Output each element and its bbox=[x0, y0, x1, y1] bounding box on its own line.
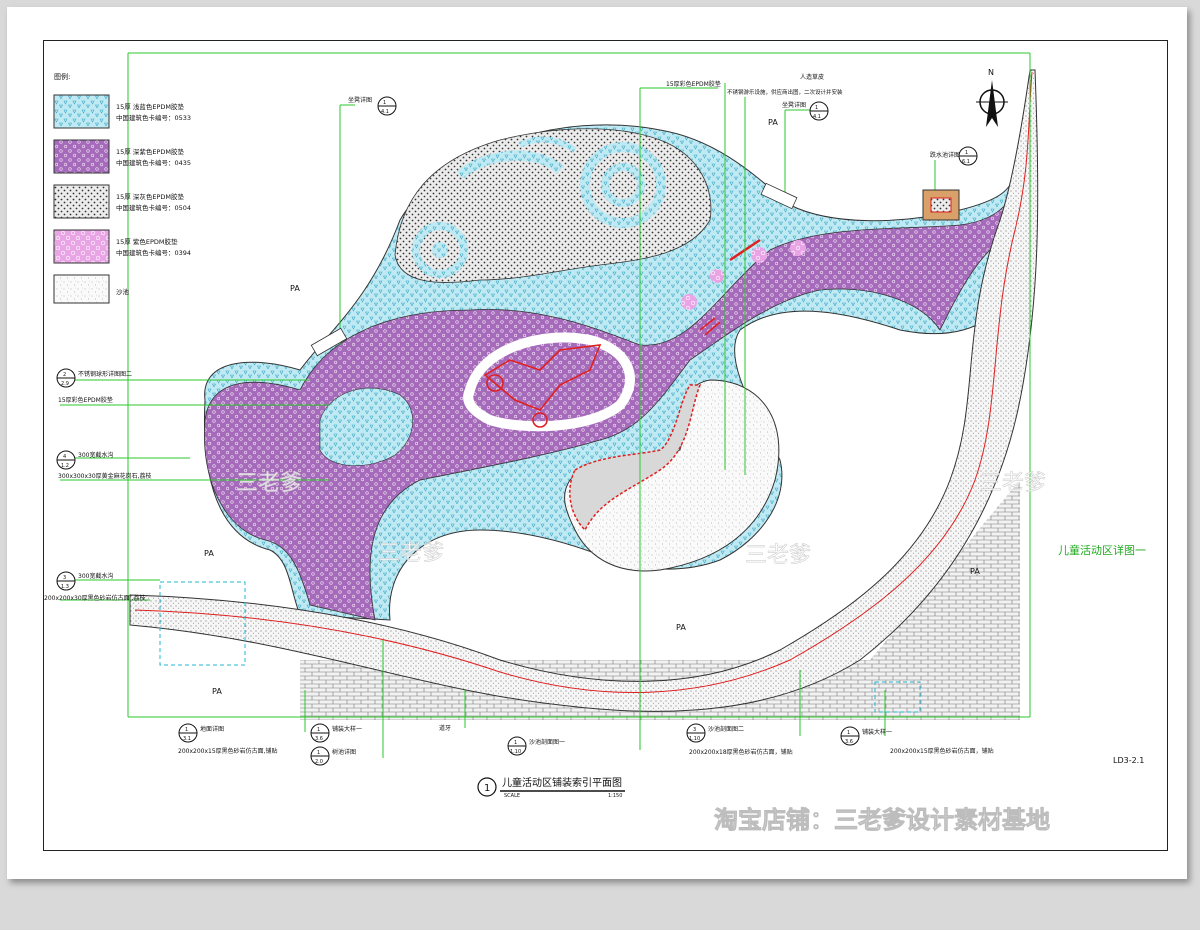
legend-item-3-line2: 中国建筑色卡编号：0504 bbox=[116, 203, 191, 212]
legend-item-5-line1: 沙池 bbox=[116, 287, 130, 296]
callout-num: 1 bbox=[815, 105, 818, 111]
watermark: 三老爹 bbox=[236, 471, 302, 496]
top-epdm-note: 15厚彩色EPDM胶垫 bbox=[666, 80, 721, 88]
legend-item-1-line1: 15厚 浅蓝色EPDM胶垫 bbox=[116, 102, 184, 111]
scale-label: SCALE bbox=[504, 793, 520, 799]
callout-label: 沙池剖面图二 bbox=[708, 725, 744, 733]
callout-label: 地面详图 bbox=[200, 725, 224, 733]
top-right-note-1: 人造草皮 bbox=[800, 73, 824, 81]
callout-ref: 1.10 bbox=[510, 749, 521, 755]
pa-label: PA bbox=[290, 284, 300, 293]
north-label: N bbox=[988, 68, 994, 77]
callout-label: 300宽截水沟 bbox=[78, 451, 113, 459]
callout-num: 1 bbox=[383, 100, 386, 106]
plan-drawing: 图例: 15厚 浅蓝色EPDM胶垫 中国建筑色卡编号：0533 15厚 深紫色E… bbox=[44, 52, 1146, 834]
bottom-note-4: 道牙 bbox=[439, 724, 451, 732]
callout-num: 1 bbox=[185, 727, 188, 733]
callout-ref: 4.1 bbox=[381, 109, 389, 115]
callout-label: 铺装大样一 bbox=[332, 725, 362, 733]
legend-item-4-line2: 中国建筑色卡编号：0394 bbox=[116, 248, 191, 257]
callout-ref: 1.3 bbox=[61, 584, 69, 590]
callout-label: 不锈钢球形详图图二 bbox=[78, 370, 132, 378]
left-note-4b: 200x200x30厚黑色砂岩仿古面 ,荔枝 bbox=[44, 594, 145, 602]
bottom-note-7b: 200x200x15厚黑色砂岩仿古面，铺贴 bbox=[890, 747, 994, 755]
legend-item-3-line1: 15厚 深灰色EPDM胶垫 bbox=[116, 192, 184, 201]
callout-ref: 6.1 bbox=[962, 159, 970, 165]
drawing-title: 儿童活动区铺装索引平面图 bbox=[502, 776, 622, 789]
callout-num: 3 bbox=[63, 575, 66, 581]
pa-label: PA bbox=[204, 549, 214, 558]
watermark: 三老爹 bbox=[745, 543, 811, 568]
pa-label: PA bbox=[970, 567, 980, 576]
callout-ref: 2.0 bbox=[315, 759, 323, 765]
callout-label: 跌水池详图 bbox=[930, 151, 960, 159]
shop-watermark: 淘宝店铺：三老爹设计素材基地 bbox=[714, 806, 1050, 834]
legend-swatch-pink bbox=[53, 229, 110, 264]
pa-label: PA bbox=[212, 687, 222, 696]
callout-ref: 1.2 bbox=[61, 463, 69, 469]
bottom-note-1b: 200x200x15厚黑色砂岩仿古面,铺贴 bbox=[178, 747, 278, 755]
left-epdm-note: 15厚彩色EPDM胶垫 bbox=[58, 396, 113, 404]
title-number: 1 bbox=[484, 783, 490, 794]
callout-ref: 3.6 bbox=[315, 736, 323, 742]
watermark: 三老爹 bbox=[980, 471, 1046, 496]
callout-num: 1 bbox=[514, 740, 517, 746]
callout-ref: 4.1 bbox=[813, 114, 821, 120]
legend-swatch-cyan bbox=[53, 94, 110, 129]
callout-label: 树池详图 bbox=[332, 748, 356, 756]
scale-value: 1:150 bbox=[608, 793, 622, 799]
callout-num: 1 bbox=[965, 150, 968, 156]
legend-swatch-grey bbox=[53, 184, 110, 219]
callout-ref: 2.9 bbox=[61, 381, 69, 387]
legend-item-1-line2: 中国建筑色卡编号：0533 bbox=[116, 113, 191, 122]
side-title: 儿童活动区详图一 bbox=[1058, 543, 1146, 557]
bottom-note-6b: 200x200x18厚黑色砂岩仿古面，铺贴 bbox=[689, 748, 793, 756]
title-block: 1 儿童活动区铺装索引平面图 SCALE 1:150 bbox=[477, 776, 625, 799]
callout-label: 铺装大样一 bbox=[862, 728, 892, 736]
north-arrow: N bbox=[976, 68, 1008, 127]
callout-num: 2 bbox=[63, 372, 66, 378]
callout-num: 4 bbox=[63, 454, 66, 460]
pa-label: PA bbox=[768, 118, 778, 127]
pa-label: PA bbox=[676, 623, 686, 632]
callout-label: 300宽截水沟 bbox=[78, 572, 113, 580]
watermark: 三老爹 bbox=[378, 541, 444, 566]
callout-num: 1 bbox=[317, 727, 320, 733]
legend-swatch-sand bbox=[53, 274, 110, 304]
callout-ref: 3.6 bbox=[845, 739, 853, 745]
left-note-3b: 300x300x30厚黄金麻花岗石,荔枝 bbox=[58, 472, 152, 480]
callout-ref: 3.1 bbox=[183, 736, 191, 742]
legend: 图例: 15厚 浅蓝色EPDM胶垫 中国建筑色卡编号：0533 15厚 深紫色E… bbox=[53, 72, 191, 304]
legend-item-4-line1: 15厚 紫色EPDM胶垫 bbox=[116, 237, 178, 246]
callout-label: 坐凳详图 bbox=[782, 101, 806, 109]
legend-title: 图例: bbox=[54, 72, 70, 81]
callout-ref: 1.10 bbox=[689, 736, 700, 742]
top-right-note-2: 不锈钢游乐设施，供应商出图，二次设计并安装 bbox=[727, 88, 843, 96]
callout-num: 3 bbox=[693, 727, 696, 733]
callout-num: 1 bbox=[847, 730, 850, 736]
sheet-number: LD3-2.1 bbox=[1113, 756, 1144, 765]
callout-num: 1 bbox=[317, 750, 320, 756]
callout-label: 沙池剖面图一 bbox=[529, 738, 565, 746]
legend-item-2-line2: 中国建筑色卡编号：0435 bbox=[116, 158, 191, 167]
legend-swatch-purple bbox=[53, 139, 110, 174]
legend-item-2-line1: 15厚 深紫色EPDM胶垫 bbox=[116, 147, 184, 156]
callout-label: 坐凳详图 bbox=[348, 96, 372, 104]
